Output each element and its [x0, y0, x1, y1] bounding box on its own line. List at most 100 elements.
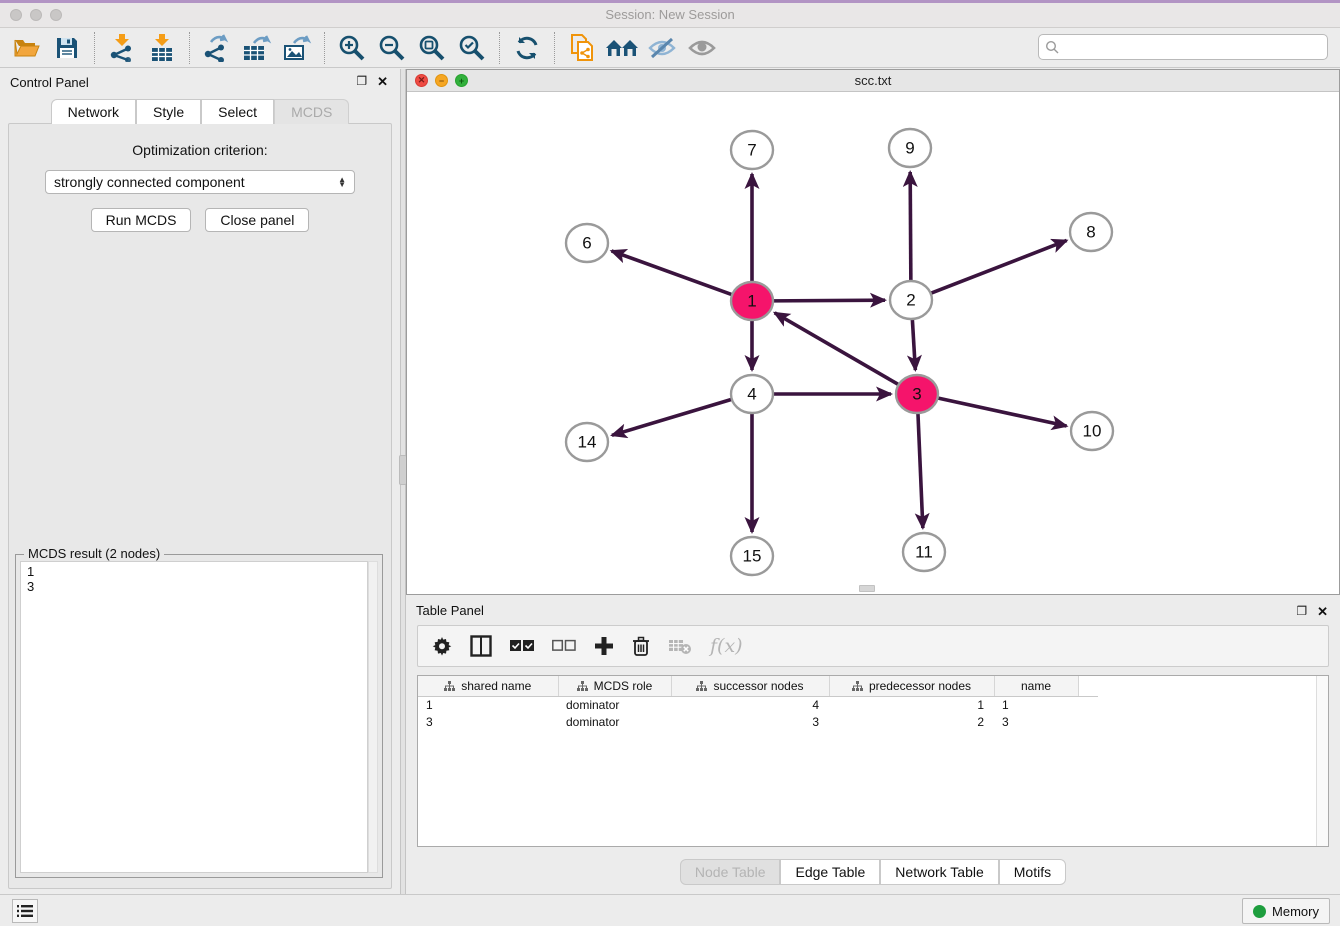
- table-cell[interactable]: dominator: [558, 713, 671, 730]
- network-view-window: ✕ − + scc.txt 7968124314101511: [406, 69, 1340, 595]
- graph-edge-2-9[interactable]: [910, 172, 911, 282]
- tab-network-table[interactable]: Network Table: [880, 859, 998, 885]
- export-network-icon[interactable]: [200, 32, 234, 64]
- mcds-result-groupbox: MCDS result (2 nodes) 1 3: [15, 554, 383, 878]
- zoom-selected-icon[interactable]: [455, 32, 489, 64]
- table-row[interactable]: 3dominator323: [418, 713, 1098, 730]
- close-table-panel-icon[interactable]: ✕: [1317, 604, 1328, 620]
- mcds-panel-body: Optimization criterion: strongly connect…: [8, 123, 392, 889]
- column-header-successor-nodes[interactable]: successor nodes: [671, 676, 829, 696]
- graph-node-label-14: 14: [578, 433, 597, 452]
- export-table-icon[interactable]: [240, 32, 274, 64]
- network-window-titlebar[interactable]: ✕ − + scc.txt: [407, 70, 1339, 92]
- control-panel-tabs: Network Style Select MCDS: [0, 99, 400, 124]
- import-network-icon[interactable]: [105, 32, 139, 64]
- table-scrollbar[interactable]: [1316, 676, 1328, 846]
- table-cell[interactable]: 3: [418, 713, 558, 730]
- graph-node-label-7: 7: [747, 141, 756, 160]
- column-header-shared-name[interactable]: shared name: [418, 676, 558, 696]
- memory-status-icon: [1253, 905, 1266, 918]
- table-cell[interactable]: 2: [829, 713, 994, 730]
- table-cell[interactable]: 3: [671, 713, 829, 730]
- column-panel-icon[interactable]: [470, 631, 492, 661]
- table-cell[interactable]: 1: [829, 696, 994, 713]
- table-cell[interactable]: 3: [994, 713, 1078, 730]
- graph-node-label-9: 9: [905, 139, 914, 158]
- network-graph[interactable]: 7968124314101511: [407, 92, 1339, 595]
- table-settings-gear-icon[interactable]: [432, 631, 452, 661]
- graph-edge-2-3[interactable]: [912, 318, 915, 370]
- clone-network-icon[interactable]: [565, 32, 599, 64]
- table-cell[interactable]: dominator: [558, 696, 671, 713]
- tab-motifs[interactable]: Motifs: [999, 859, 1066, 885]
- tab-mcds[interactable]: MCDS: [274, 99, 349, 124]
- network-splitter-grip[interactable]: [859, 585, 875, 592]
- mcds-result-title: MCDS result (2 nodes): [24, 546, 164, 561]
- graph-edge-1-2[interactable]: [772, 300, 885, 301]
- hide-selected-eye-icon[interactable]: [645, 32, 679, 64]
- window-title: Session: New Session: [0, 7, 1340, 22]
- optimization-criterion-label: Optimization criterion:: [9, 142, 391, 158]
- column-header-name[interactable]: name: [994, 676, 1078, 696]
- search-input[interactable]: [1063, 40, 1321, 55]
- table-cell[interactable]: 4: [671, 696, 829, 713]
- graph-edge-3-1[interactable]: [775, 313, 900, 385]
- close-panel-icon[interactable]: ✕: [377, 74, 388, 90]
- main-toolbar: [0, 28, 1340, 68]
- graph-node-label-11: 11: [915, 543, 933, 562]
- control-panel: Control Panel ❐ ✕ Network Style Select M…: [0, 69, 400, 897]
- graph-node-label-8: 8: [1086, 223, 1095, 242]
- memory-label: Memory: [1272, 904, 1319, 919]
- first-neighbors-icon[interactable]: [605, 32, 639, 64]
- control-panel-title: Control Panel: [10, 75, 89, 90]
- refresh-layout-icon[interactable]: [510, 32, 544, 64]
- tab-select[interactable]: Select: [201, 99, 274, 124]
- export-image-icon[interactable]: [280, 32, 314, 64]
- tab-style[interactable]: Style: [136, 99, 201, 124]
- network-canvas[interactable]: 7968124314101511: [407, 92, 1339, 594]
- graph-node-label-6: 6: [582, 234, 591, 253]
- graph-edge-1-6[interactable]: [612, 251, 734, 295]
- result-scrollbar[interactable]: [368, 561, 378, 873]
- graph-node-label-1: 1: [747, 292, 756, 311]
- run-mcds-button[interactable]: Run MCDS: [91, 208, 192, 232]
- show-all-eye-icon[interactable]: [685, 32, 719, 64]
- open-file-icon[interactable]: [10, 32, 44, 64]
- graph-edge-4-14[interactable]: [612, 399, 733, 435]
- search-icon: [1045, 40, 1059, 54]
- column-header-predecessor-nodes[interactable]: predecessor nodes: [829, 676, 994, 696]
- tab-edge-table[interactable]: Edge Table: [780, 859, 880, 885]
- float-table-panel-icon[interactable]: ❐: [1296, 604, 1307, 620]
- select-all-icon[interactable]: [510, 631, 534, 661]
- column-header-MCDS-role[interactable]: MCDS role: [558, 676, 671, 696]
- add-column-icon[interactable]: [594, 631, 614, 661]
- network-window-title: scc.txt: [407, 73, 1339, 88]
- save-session-icon[interactable]: [50, 32, 84, 64]
- graph-node-label-2: 2: [906, 291, 915, 310]
- memory-button[interactable]: Memory: [1242, 898, 1330, 924]
- table-cell[interactable]: 1: [994, 696, 1078, 713]
- graph-edge-3-11[interactable]: [918, 412, 923, 528]
- optimization-criterion-select[interactable]: strongly connected component ▲▼: [45, 170, 355, 194]
- zoom-out-icon[interactable]: [375, 32, 409, 64]
- mcds-result-text[interactable]: 1 3: [20, 561, 368, 873]
- close-panel-button[interactable]: Close panel: [205, 208, 309, 232]
- search-box[interactable]: [1038, 34, 1328, 60]
- import-table-icon[interactable]: [145, 32, 179, 64]
- delete-table-icon[interactable]: [668, 631, 692, 661]
- deselect-all-icon[interactable]: [552, 631, 576, 661]
- zoom-in-icon[interactable]: [335, 32, 369, 64]
- window-titlebar: Session: New Session: [0, 3, 1340, 28]
- table-cell[interactable]: 1: [418, 696, 558, 713]
- function-builder-icon[interactable]: f(x): [710, 631, 743, 661]
- graph-edge-3-10[interactable]: [937, 398, 1067, 426]
- float-panel-icon[interactable]: ❐: [356, 74, 367, 90]
- task-list-icon: [17, 904, 33, 918]
- graph-edge-2-8[interactable]: [930, 240, 1067, 293]
- delete-column-trash-icon[interactable]: [632, 631, 650, 661]
- tab-network[interactable]: Network: [51, 99, 136, 124]
- zoom-fit-icon[interactable]: [415, 32, 449, 64]
- task-history-button[interactable]: [12, 899, 38, 923]
- table-row[interactable]: 1dominator411: [418, 696, 1098, 713]
- tab-node-table[interactable]: Node Table: [680, 859, 781, 885]
